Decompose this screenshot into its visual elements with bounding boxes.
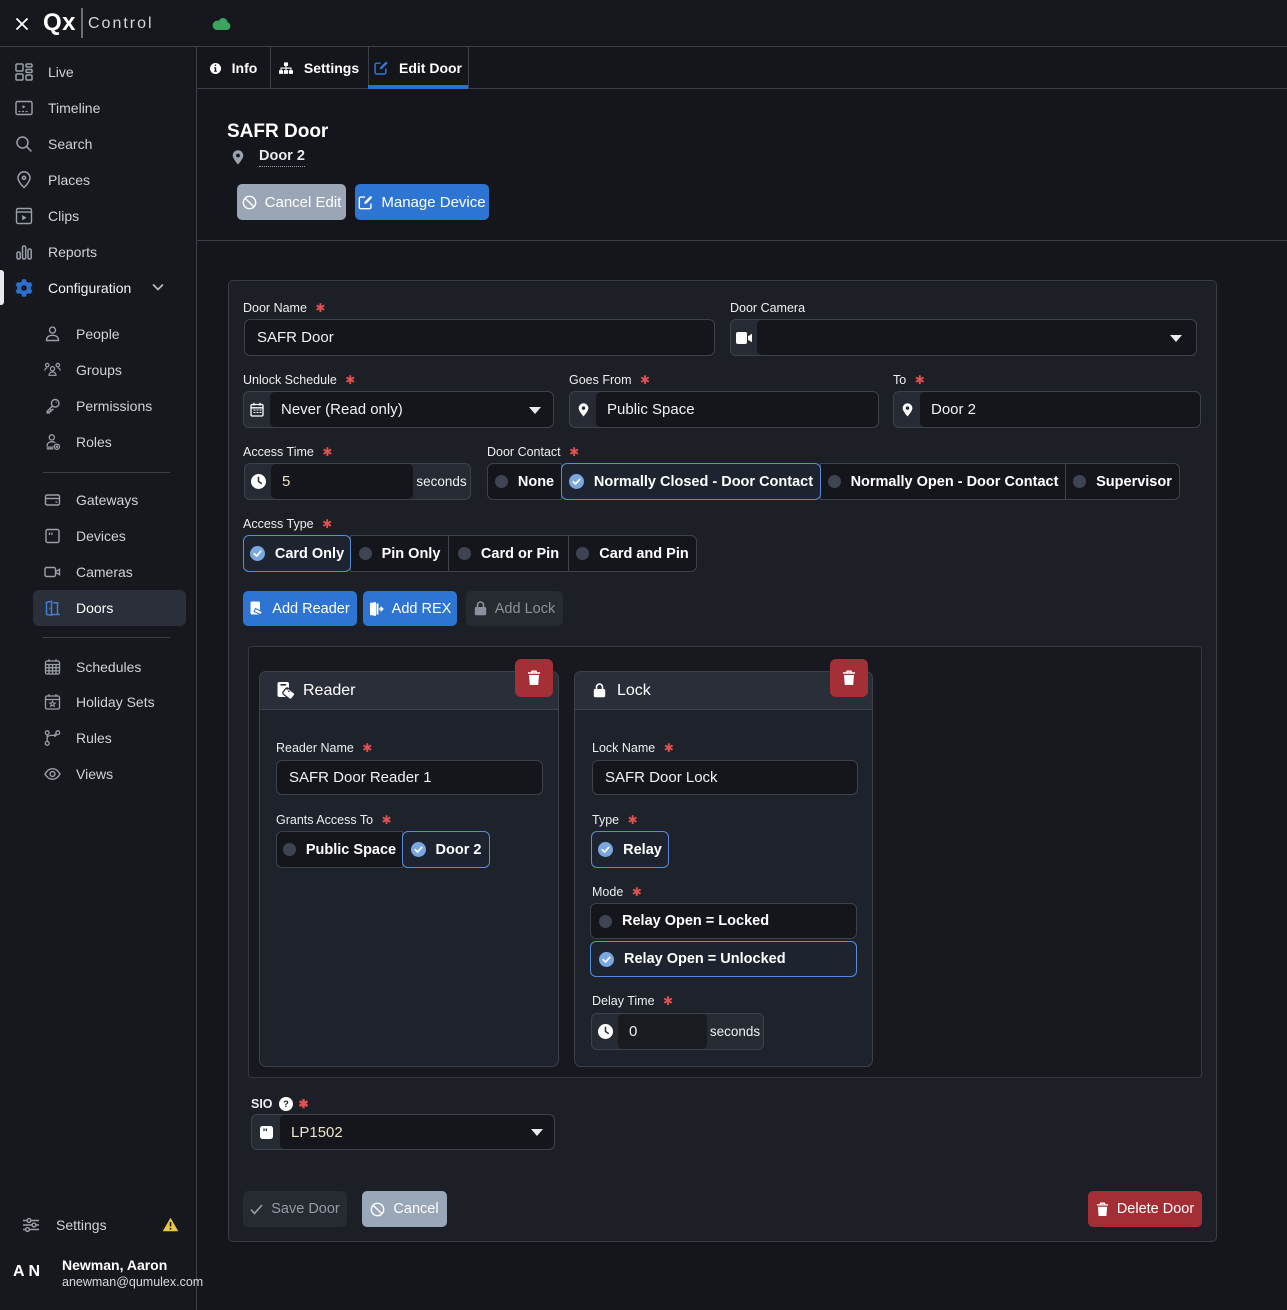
svg-text:?: ?	[283, 1099, 288, 1109]
